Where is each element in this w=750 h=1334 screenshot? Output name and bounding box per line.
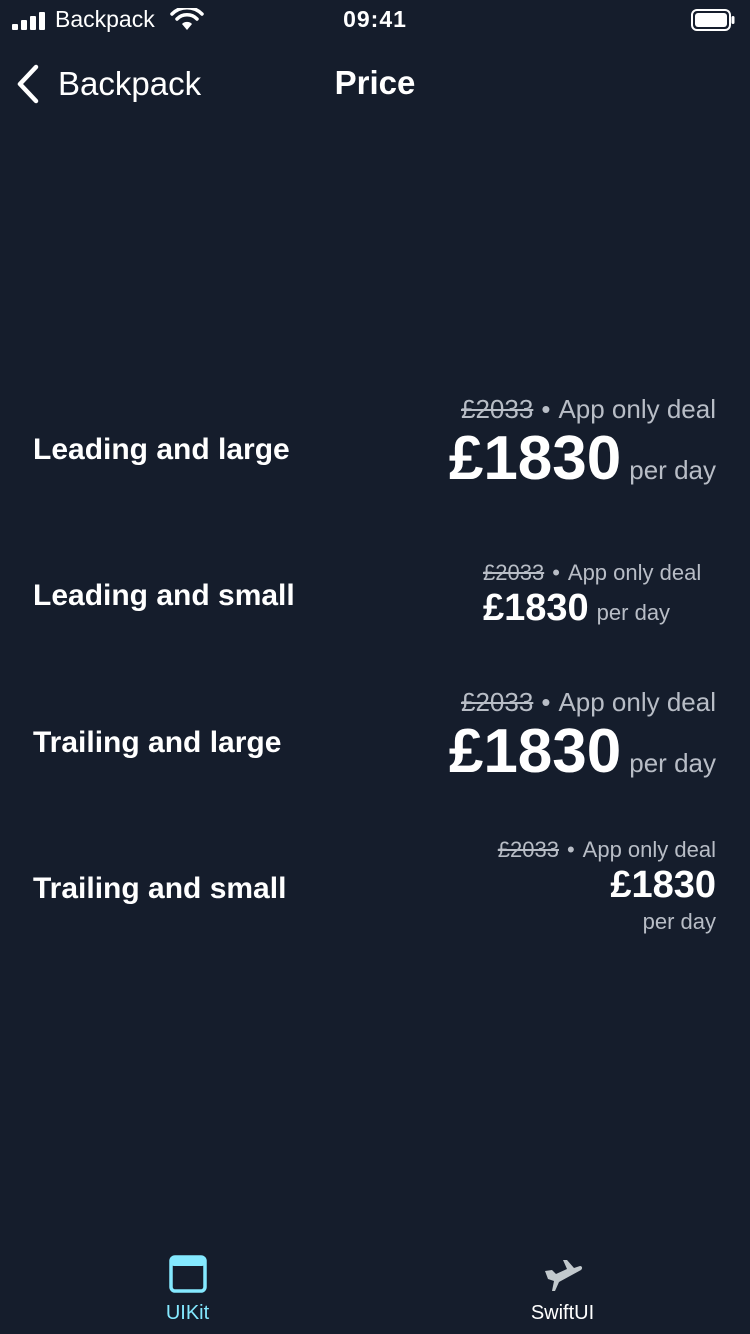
price-line: £1830 [498,863,716,907]
row-label: Leading and small [33,579,295,612]
price-unit: per day [629,748,716,778]
clock: 09:41 [343,6,407,32]
status-bar: Backpack 09:41 [0,0,750,40]
tab-swiftui[interactable]: SwiftUI [375,1238,750,1334]
deal-line: £2033 • App only deal [449,687,716,718]
original-price: £2033 [461,394,534,424]
price-value: £1830 [448,717,622,786]
separator-dot: • [541,687,551,717]
airplane-icon [544,1260,582,1291]
original-price: £2033 [461,687,534,717]
price-unit: per day [642,909,716,934]
price-unit: per day [629,455,716,485]
price-block: £2033 • App only deal £1830 per day [483,560,701,630]
deal-label: App only deal [558,394,716,424]
navigation-bar: Backpack Price [0,50,750,118]
separator-dot: • [552,560,560,585]
separator-dot: • [541,394,551,424]
price-block: £2033 • App only deal £1830 per day [449,394,716,493]
deal-line: £2033 • App only deal [483,560,701,586]
tab-label: SwiftUI [530,1302,595,1324]
price-unit: per day [596,600,671,625]
price-line: £1830 per day [483,586,701,630]
deal-line: £2033 • App only deal [498,837,716,863]
row-label: Trailing and small [33,872,287,905]
window-icon [168,1255,207,1293]
price-value: £1830 [483,587,589,629]
deal-label: App only deal [582,837,716,862]
row-label: Leading and large [33,433,290,466]
deal-label: App only deal [567,560,702,585]
separator-dot: • [566,837,575,862]
battery-icon [691,9,735,31]
deal-line: £2033 • App only deal [449,394,716,425]
tab-bar: UIKit SwiftUI [0,1238,750,1334]
original-price: £2033 [483,560,545,585]
tab-label: UIKit [165,1302,210,1324]
price-block: £2033 • App only deal £1830 per day [498,837,716,935]
row-label: Trailing and large [33,726,282,759]
tab-uikit[interactable]: UIKit [0,1238,375,1334]
original-price: £2033 [497,837,559,862]
price-block: £2033 • App only deal £1830 per day [449,687,716,786]
price-value: £1830 [448,424,622,493]
price-line: £1830 per day [449,425,716,493]
page-title: Price [334,64,416,101]
price-value: £1830 [610,864,716,906]
price-line: £1830 per day [449,718,716,786]
deal-label: App only deal [558,687,716,717]
